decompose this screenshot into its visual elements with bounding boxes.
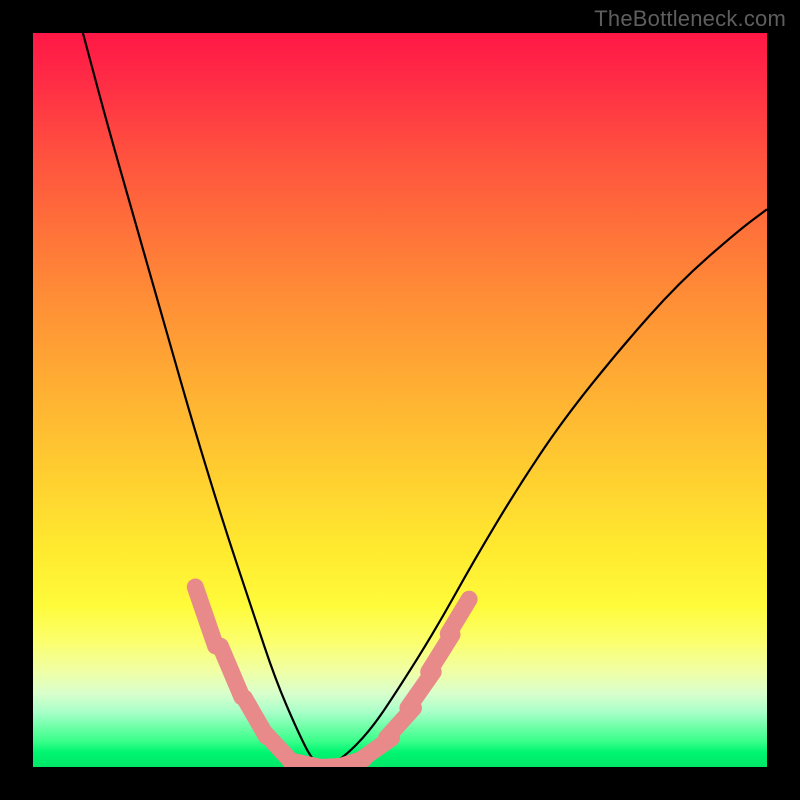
segment-right-11	[448, 599, 469, 634]
segment-left-0	[195, 587, 215, 646]
curve-svg	[33, 33, 767, 767]
plot-area	[33, 33, 767, 767]
highlight-segments	[195, 587, 469, 767]
segment-left-1	[220, 646, 242, 697]
bottleneck-curve	[83, 33, 767, 765]
chart-frame: TheBottleneck.com	[0, 0, 800, 800]
watermark-text: TheBottleneck.com	[594, 6, 786, 32]
